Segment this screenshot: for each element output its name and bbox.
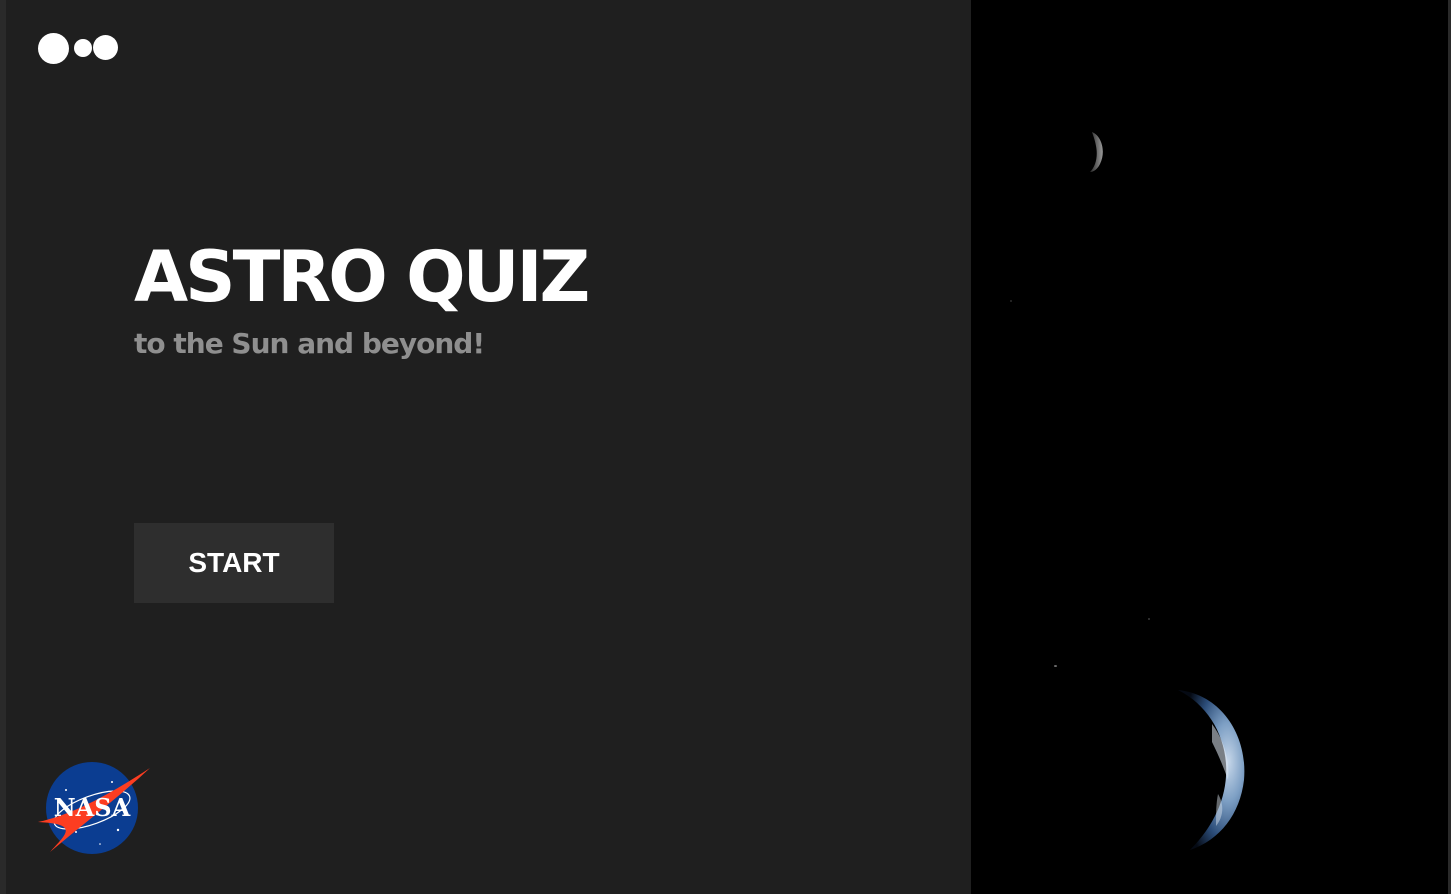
star — [1010, 300, 1012, 302]
quiz-start-screen: ASTRO QUIZ to the Sun and beyond! START … — [0, 0, 1451, 894]
earth-icon — [1178, 690, 1245, 850]
star — [1054, 665, 1057, 667]
nasa-logo-text: NASA — [54, 793, 131, 822]
logo-dot-small — [74, 39, 92, 57]
star — [1148, 618, 1150, 620]
start-button[interactable]: START — [134, 523, 334, 603]
logo-dot-medium — [93, 35, 118, 60]
page-subtitle: to the Sun and beyond! — [134, 327, 485, 360]
nasa-meatball-logo-icon: NASA — [38, 762, 150, 854]
logo-dot-large — [38, 33, 69, 64]
page-title: ASTRO QUIZ — [134, 236, 590, 318]
moon-icon — [1090, 132, 1103, 172]
three-dots-logo-icon — [38, 32, 120, 64]
